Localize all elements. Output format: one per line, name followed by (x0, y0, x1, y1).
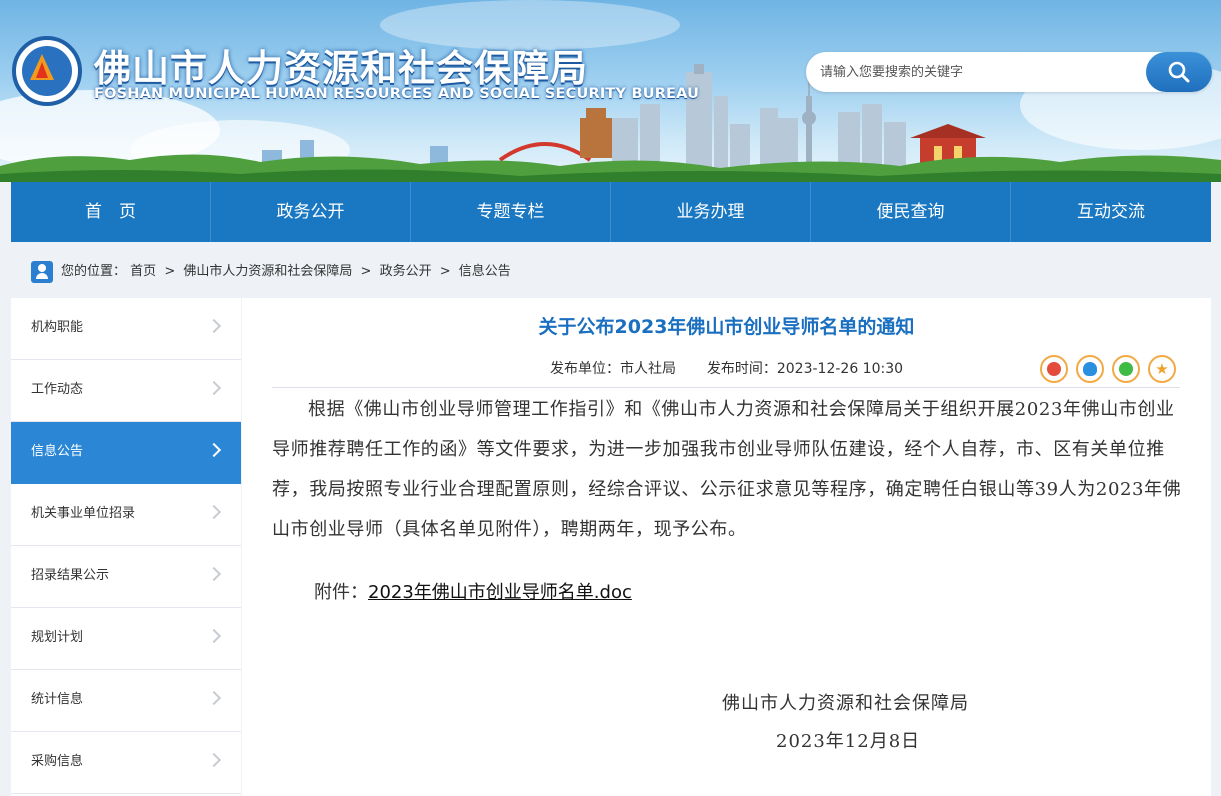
sidebar-item-statistics[interactable]: 统计信息 (11, 670, 241, 732)
weibo-icon[interactable] (1040, 355, 1068, 383)
sidebar-item-label: 招录结果公示 (31, 568, 110, 583)
publisher-value: 市人社局 (619, 361, 676, 377)
nav-item-public-query[interactable]: 便民查询 (811, 182, 1011, 242)
chevron-right-icon (206, 752, 222, 768)
breadcrumb-item-announcements[interactable]: 信息公告 (459, 264, 511, 279)
bureau-logo (12, 36, 82, 106)
breadcrumb-separator: > (360, 264, 372, 279)
chevron-right-icon (206, 690, 222, 706)
publisher-label: 发布单位： (549, 361, 620, 377)
qq-icon[interactable] (1076, 355, 1104, 383)
publish-time-value: 2023-12-26 10:30 (776, 361, 904, 377)
breadcrumb-item-bureau[interactable]: 佛山市人力资源和社会保障局 (183, 264, 352, 279)
divider (272, 387, 1180, 388)
site-subtitle: FOSHAN MUNICIPAL HUMAN RESOURCES AND SOC… (94, 86, 700, 102)
sidebar-item-planning[interactable]: 规划计划 (11, 608, 241, 670)
sidebar-item-label: 信息公告 (31, 444, 84, 459)
attachment-link[interactable]: 2023年佛山市创业导师名单.doc (368, 582, 632, 603)
sidebar-item-organization[interactable]: 机构职能 (11, 298, 241, 360)
nav-item-services[interactable]: 业务办理 (611, 182, 811, 242)
breadcrumb-item-home[interactable]: 首页 (130, 264, 156, 279)
search-icon (1168, 61, 1190, 83)
site-header: 佛山市人力资源和社会保障局 FOSHAN MUNICIPAL HUMAN RES… (0, 0, 1221, 182)
breadcrumb-prefix: 您的位置： (61, 264, 127, 279)
sidebar-item-label: 工作动态 (31, 382, 84, 397)
breadcrumb-separator: > (439, 264, 451, 279)
search-button[interactable] (1146, 52, 1212, 92)
chevron-right-icon (206, 318, 222, 334)
nav-item-home[interactable]: 首 页 (11, 182, 211, 242)
chevron-right-icon (206, 628, 222, 644)
attachment-line: 附件：2023年佛山市创业导师名单.doc (314, 578, 632, 604)
site-title: 佛山市人力资源和社会保障局 (94, 47, 588, 90)
search-input[interactable] (820, 52, 1140, 92)
cloud-decoration (130, 120, 350, 180)
sidebar-item-label: 采购信息 (31, 754, 84, 769)
article-panel: 关于公布2023年佛山市创业导师名单的通知 发布单位：市人社局 发布时间：202… (242, 298, 1211, 796)
sidebar-item-recruitment-results[interactable]: 招录结果公示 (11, 546, 241, 608)
sidebar-item-recruitment[interactable]: 机关事业单位招录 (11, 484, 241, 546)
sidebar-item-label: 规划计划 (31, 630, 84, 645)
signature-date: 2023年12月8日 (776, 731, 921, 752)
breadcrumb: 您的位置： 首页 > 佛山市人力资源和社会保障局 > 政务公开 > 信息公告 (61, 242, 511, 298)
favorite-star-icon[interactable]: ★ (1148, 355, 1176, 383)
nav-item-special-topics[interactable]: 专题专栏 (411, 182, 611, 242)
main-nav: 首 页 政务公开 专题专栏 业务办理 便民查询 互动交流 (11, 182, 1211, 242)
sidebar-item-procurement[interactable]: 采购信息 (11, 732, 241, 794)
sidebar: 机构职能 工作动态 信息公告 机关事业单位招录 招录结果公示 规划计划 统计信息… (11, 298, 241, 796)
chevron-right-icon (206, 504, 222, 520)
sidebar-item-label: 统计信息 (31, 692, 84, 707)
breadcrumb-separator: > (164, 264, 176, 279)
breadcrumb-bar: 您的位置： 首页 > 佛山市人力资源和社会保障局 > 政务公开 > 信息公告 (11, 242, 1211, 298)
share-buttons: ★ (1040, 355, 1184, 383)
sidebar-item-work-news[interactable]: 工作动态 (11, 360, 241, 422)
signature-organization: 佛山市人力资源和社会保障局 (722, 693, 969, 714)
chevron-right-icon (206, 380, 222, 396)
sidebar-item-label: 机关事业单位招录 (31, 506, 136, 521)
chevron-right-icon (206, 442, 222, 458)
chevron-right-icon (206, 566, 222, 582)
article-title: 关于公布2023年佛山市创业导师名单的通知 (538, 316, 915, 338)
search-box (806, 52, 1212, 92)
article-body: 根据《佛山市创业导师管理工作指引》和《佛山市人力资源和社会保障局关于组织开展20… (272, 399, 1182, 540)
nav-item-government-affairs[interactable]: 政务公开 (211, 182, 411, 242)
sidebar-item-label: 机构职能 (31, 320, 84, 335)
sidebar-item-announcements[interactable]: 信息公告 (11, 422, 241, 484)
wechat-icon[interactable] (1112, 355, 1140, 383)
breadcrumb-item-government-affairs[interactable]: 政务公开 (380, 264, 432, 279)
publish-time-label: 发布时间： (706, 361, 777, 377)
attachment-label: 附件： (314, 582, 368, 603)
nav-item-interaction[interactable]: 互动交流 (1011, 182, 1211, 242)
location-person-icon (31, 261, 53, 283)
